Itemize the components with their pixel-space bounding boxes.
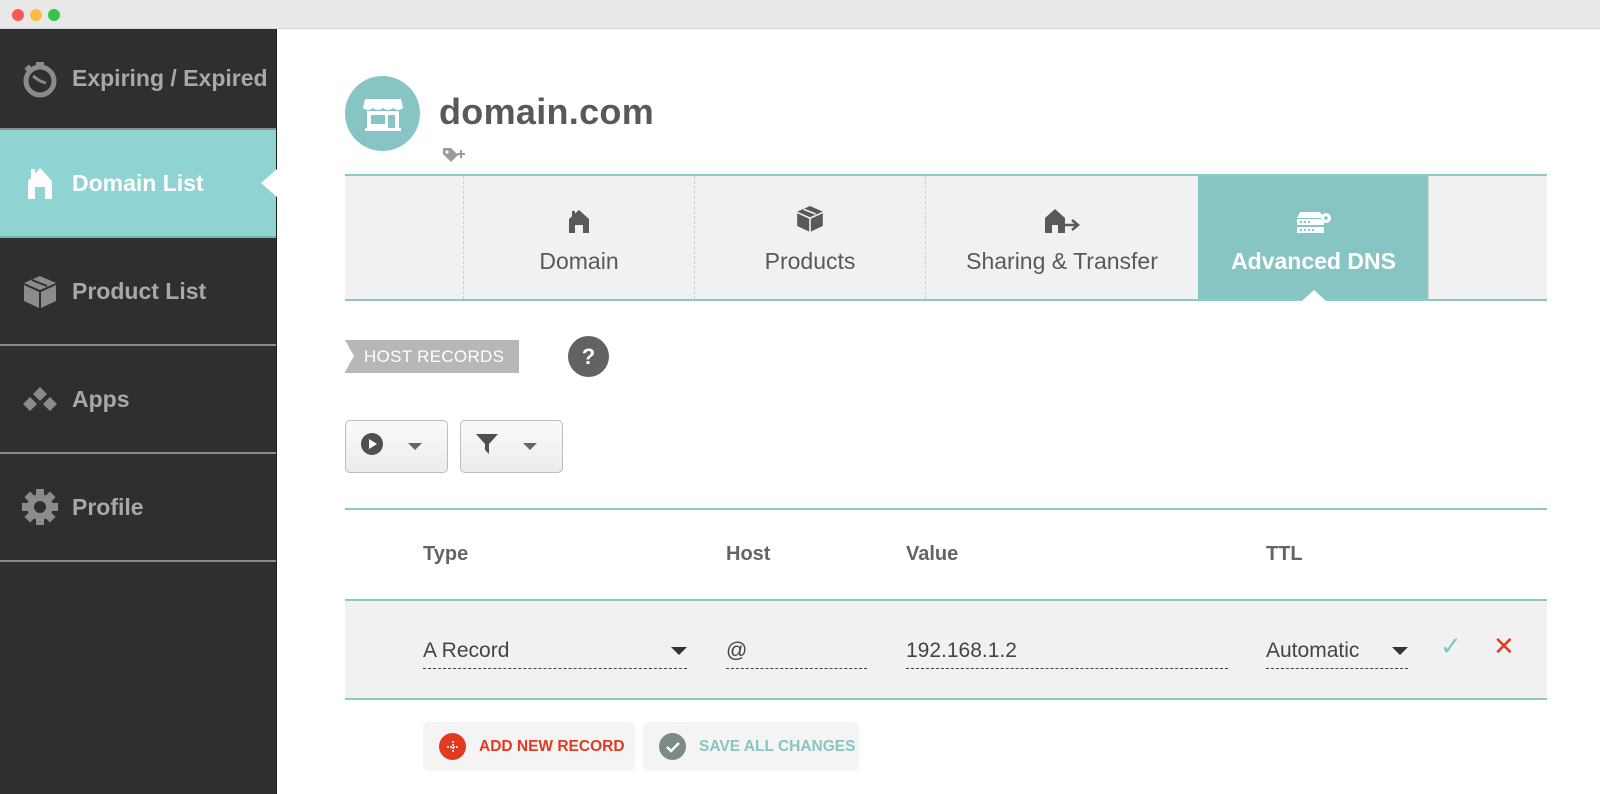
storefront-icon: [345, 76, 420, 151]
tab-domain[interactable]: Domain: [463, 176, 694, 299]
record-host-value: @: [726, 639, 748, 662]
play-circle-icon: [360, 432, 384, 461]
sidebar-item-profile[interactable]: Profile: [0, 454, 276, 562]
tab-sharing-transfer[interactable]: Sharing & Transfer: [925, 176, 1198, 299]
host-records-table: Type Host Value TTL A Record @ 192.168.1…: [345, 508, 1547, 700]
chevron-down-icon: [523, 443, 537, 450]
box-icon: [18, 269, 62, 313]
house-icon: [567, 200, 591, 234]
chevron-down-icon: [671, 647, 687, 655]
column-header-type: Type: [423, 543, 469, 565]
window-minimize-button[interactable]: [30, 9, 42, 21]
apps-diamonds-icon: [18, 377, 62, 421]
sidebar-item-label: Product List: [72, 277, 207, 304]
save-all-changes-label: SAVE ALL CHANGES: [699, 737, 856, 755]
add-new-record-label: ADD NEW RECORD: [479, 737, 625, 755]
table-row: A Record @ 192.168.1.2 Automatic ✓ ✕: [345, 601, 1547, 700]
filter-dropdown-button[interactable]: [460, 420, 563, 473]
sidebar-item-expiring[interactable]: Expiring / Expired: [0, 29, 276, 130]
tab-advanced-dns[interactable]: Advanced DNS: [1198, 176, 1428, 301]
record-ttl-select[interactable]: Automatic: [1266, 634, 1408, 669]
check-circle-icon: [659, 733, 686, 760]
sidebar-item-domain-list[interactable]: Domain List: [0, 130, 277, 238]
sidebar-item-apps[interactable]: Apps: [0, 346, 276, 454]
record-ttl-value: Automatic: [1266, 639, 1360, 662]
record-type-select[interactable]: A Record: [423, 634, 687, 669]
filter-icon: [475, 432, 499, 461]
record-type-value: A Record: [423, 639, 510, 662]
delete-record-x-icon[interactable]: ✕: [1493, 631, 1515, 662]
help-button[interactable]: ?: [568, 336, 609, 377]
house-transfer-icon: [1044, 200, 1080, 234]
save-all-changes-button[interactable]: SAVE ALL CHANGES: [643, 722, 859, 771]
tab-spacer: [1428, 176, 1547, 299]
stopwatch-icon: [18, 57, 62, 101]
plus-circle-icon: [439, 733, 466, 760]
record-value-input[interactable]: 192.168.1.2: [906, 634, 1228, 669]
record-host-input[interactable]: @: [726, 634, 867, 669]
column-header-value: Value: [906, 543, 959, 565]
window-zoom-button[interactable]: [48, 9, 60, 21]
column-header-ttl: TTL: [1266, 543, 1303, 565]
gear-icon: [18, 485, 62, 529]
add-tag-icon[interactable]: [441, 145, 469, 165]
chevron-down-icon: [408, 443, 422, 450]
tab-products[interactable]: Products: [694, 176, 925, 299]
add-new-record-button[interactable]: ADD NEW RECORD: [423, 722, 635, 771]
tab-label: Sharing & Transfer: [966, 248, 1158, 274]
tab-label: Domain: [539, 248, 619, 274]
tab-spacer: [345, 176, 463, 299]
sidebar-item-label: Apps: [72, 385, 130, 412]
domain-title: domain.com: [439, 91, 655, 132]
domain-tabs: Domain Products Sharing & Transfer Advan…: [345, 174, 1547, 301]
host-records-label: HOST RECORDS: [345, 340, 519, 373]
house-icon: [18, 161, 62, 205]
sidebar-item-label: Domain List: [72, 169, 204, 196]
main-content: domain.com Domain Products Sharing & Tra…: [277, 29, 1600, 794]
sidebar-item-label: Profile: [72, 493, 144, 520]
sidebar-item-product-list[interactable]: Product List: [0, 238, 276, 346]
tab-label: Products: [764, 248, 856, 274]
tab-label: Advanced DNS: [1231, 248, 1396, 274]
window-close-button[interactable]: [12, 9, 24, 21]
record-value-value: 192.168.1.2: [906, 639, 1017, 662]
box-icon: [794, 200, 826, 234]
server-gear-icon: [1296, 200, 1332, 234]
actions-dropdown-button[interactable]: [345, 420, 448, 473]
confirm-record-check-icon[interactable]: ✓: [1440, 631, 1462, 662]
sidebar: Expiring / Expired Domain List Product L…: [0, 29, 277, 794]
table-header: Type Host Value TTL: [345, 508, 1547, 601]
column-header-host: Host: [726, 543, 771, 565]
chevron-down-icon: [1392, 647, 1408, 655]
window-titlebar: [0, 0, 1600, 29]
sidebar-item-label: Expiring / Expired: [72, 65, 268, 91]
